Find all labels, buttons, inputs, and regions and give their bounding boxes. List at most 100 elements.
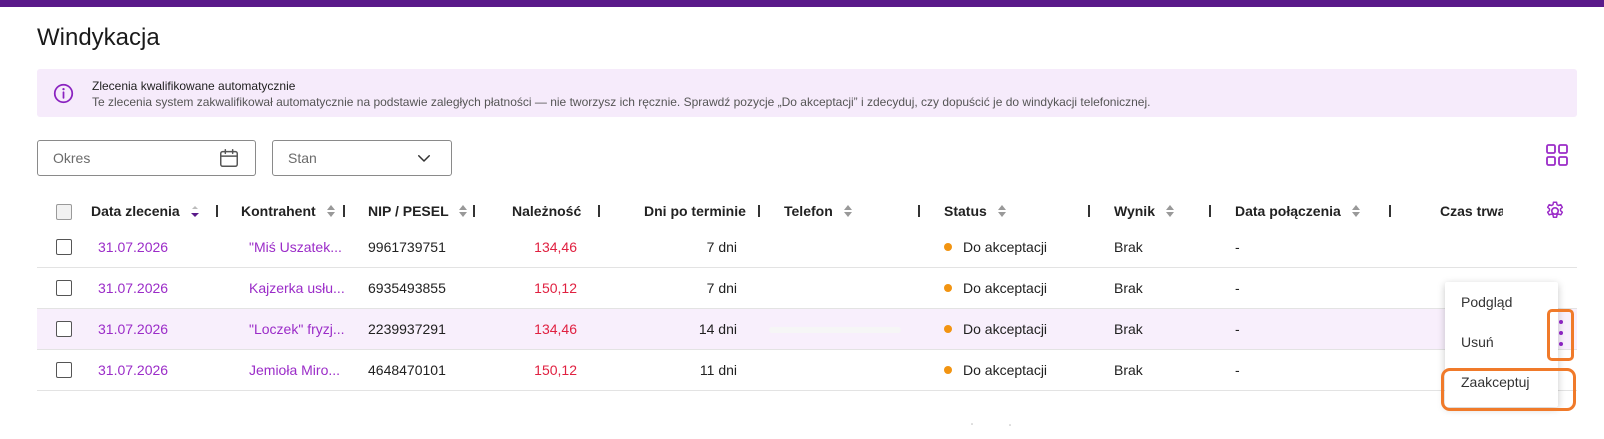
phone-redacted	[769, 327, 901, 333]
days-overdue-cell: 14 dni	[698, 321, 737, 337]
result-cell: Brak	[1114, 239, 1143, 255]
menu-item-accept[interactable]: Zaakceptuj	[1461, 374, 1529, 390]
grid-view-icon[interactable]	[1545, 143, 1569, 167]
column-separator[interactable]	[758, 205, 760, 217]
chevron-down-icon	[418, 155, 430, 162]
call-date-cell: -	[1235, 239, 1240, 255]
table-header: Data zlecenia Kontrahent NIP / PESEL Nal…	[37, 196, 1577, 228]
column-settings-gear-icon[interactable]	[1544, 200, 1566, 222]
order-date-link[interactable]: 31.07.2026	[98, 239, 168, 255]
column-separator[interactable]	[1209, 205, 1211, 217]
kebab-dot	[1559, 331, 1563, 335]
call-date-cell: -	[1235, 362, 1240, 378]
sort-icon[interactable]	[997, 204, 1007, 218]
days-overdue-cell: 7 dni	[706, 239, 737, 255]
status-cell: Do akceptacji	[944, 321, 1047, 337]
nip-cell: 9961739751	[368, 239, 446, 255]
column-header-status-label: Status	[944, 203, 987, 219]
banner-text: Te zlecenia system zakwalifikował automa…	[92, 95, 1151, 109]
result-cell: Brak	[1114, 321, 1143, 337]
column-header-status[interactable]: Status	[944, 203, 1007, 219]
menu-item-preview[interactable]: Podgląd	[1461, 294, 1512, 310]
info-icon	[53, 83, 74, 104]
table-row[interactable]: 31.07.2026 Jemioła Miro... 4648470101 15…	[37, 350, 1577, 391]
contractor-link[interactable]: "Miś Uszatek...	[249, 239, 342, 255]
status-cell: Do akceptacji	[944, 280, 1047, 296]
status-label: Do akceptacji	[963, 280, 1048, 296]
row-checkbox[interactable]	[56, 280, 72, 296]
amount-cell: 134,46	[534, 321, 577, 337]
column-header-result-label: Wynik	[1114, 203, 1155, 219]
column-header-nip-label: NIP / PESEL	[368, 203, 449, 219]
order-date-link[interactable]: 31.07.2026	[98, 362, 168, 378]
days-overdue-cell: 7 dni	[706, 280, 737, 296]
contractor-link[interactable]: Jemioła Miro...	[249, 362, 340, 378]
column-header-nip[interactable]: NIP / PESEL	[368, 203, 468, 219]
status-dot	[944, 284, 952, 293]
order-date-link[interactable]: 31.07.2026	[98, 321, 168, 337]
sort-icon[interactable]	[326, 204, 336, 218]
contractor-link[interactable]: "Loczek" fryzj...	[249, 321, 345, 337]
column-header-call-date[interactable]: Data połączenia	[1235, 203, 1361, 219]
amount-cell: 150,12	[534, 280, 577, 296]
sort-desc-icon[interactable]	[190, 204, 200, 218]
sort-icon[interactable]	[458, 204, 468, 218]
table-row[interactable]: 31.07.2026 Kajzerka usłu... 6935493855 1…	[37, 268, 1577, 309]
row-kebab-menu-icon[interactable]	[1547, 309, 1574, 361]
row-actions-menu: Podgląd Usuń Zaakceptuj	[1445, 282, 1558, 407]
row-checkbox[interactable]	[56, 362, 72, 378]
amount-cell: 150,12	[534, 362, 577, 378]
call-date-cell: -	[1235, 280, 1240, 296]
status-label: Do akceptacji	[963, 362, 1048, 378]
column-header-call-date-label: Data połączenia	[1235, 203, 1341, 219]
column-separator[interactable]	[1389, 205, 1391, 217]
kebab-dot	[1559, 320, 1563, 324]
column-separator[interactable]	[216, 205, 218, 217]
column-separator[interactable]	[918, 205, 920, 217]
menu-item-delete[interactable]: Usuń	[1461, 334, 1494, 350]
status-dot	[944, 366, 952, 375]
info-banner: Zlecenia kwalifikowane automatycznie Te …	[37, 69, 1577, 117]
column-separator[interactable]	[598, 205, 600, 217]
row-checkbox[interactable]	[56, 239, 72, 255]
period-filter[interactable]: Okres	[37, 140, 256, 176]
column-header-amount[interactable]: Należność	[512, 203, 581, 219]
column-header-date-label: Data zlecenia	[91, 203, 180, 219]
nip-cell: 4648470101	[368, 362, 446, 378]
column-header-result[interactable]: Wynik	[1114, 203, 1175, 219]
column-header-contractor-label: Kontrahent	[241, 203, 316, 219]
column-separator[interactable]	[1088, 205, 1090, 217]
column-header-phone-label: Telefon	[784, 203, 833, 219]
sort-icon[interactable]	[843, 204, 853, 218]
state-select-placeholder: Stan	[288, 150, 317, 166]
nip-cell: 2239937291	[368, 321, 446, 337]
contractor-link[interactable]: Kajzerka usłu...	[249, 280, 345, 296]
days-overdue-cell: 11 dni	[699, 362, 737, 378]
table-row[interactable]: 31.07.2026 "Miś Uszatek... 9961739751 13…	[37, 227, 1577, 268]
table-row-hovered[interactable]: 31.07.2026 "Loczek" fryzj... 2239937291 …	[37, 309, 1577, 350]
state-select[interactable]: Stan	[272, 140, 452, 176]
status-label: Do akceptacji	[963, 321, 1048, 337]
status-cell: Do akceptacji	[944, 239, 1047, 255]
column-header-date[interactable]: Data zlecenia	[91, 203, 200, 219]
sort-icon[interactable]	[1165, 204, 1175, 218]
calendar-icon[interactable]	[218, 147, 240, 169]
column-header-phone[interactable]: Telefon	[784, 203, 853, 219]
column-header-duration[interactable]: Czas trwa	[1440, 203, 1503, 219]
amount-cell: 134,46	[534, 239, 577, 255]
order-date-link[interactable]: 31.07.2026	[98, 280, 168, 296]
select-all-checkbox[interactable]	[56, 204, 72, 220]
nip-cell: 6935493855	[368, 280, 446, 296]
period-filter-placeholder: Okres	[53, 150, 91, 166]
row-checkbox[interactable]	[56, 321, 72, 337]
status-label: Do akceptacji	[963, 239, 1048, 255]
column-separator[interactable]	[343, 205, 345, 217]
column-separator[interactable]	[473, 205, 475, 217]
call-date-cell: -	[1235, 321, 1240, 337]
status-dot	[944, 325, 952, 334]
decorative-specks	[971, 423, 1011, 426]
column-header-days[interactable]: Dni po terminie	[644, 203, 746, 219]
sort-icon[interactable]	[1351, 204, 1361, 218]
kebab-dot	[1559, 342, 1563, 346]
column-header-contractor[interactable]: Kontrahent	[241, 203, 336, 219]
